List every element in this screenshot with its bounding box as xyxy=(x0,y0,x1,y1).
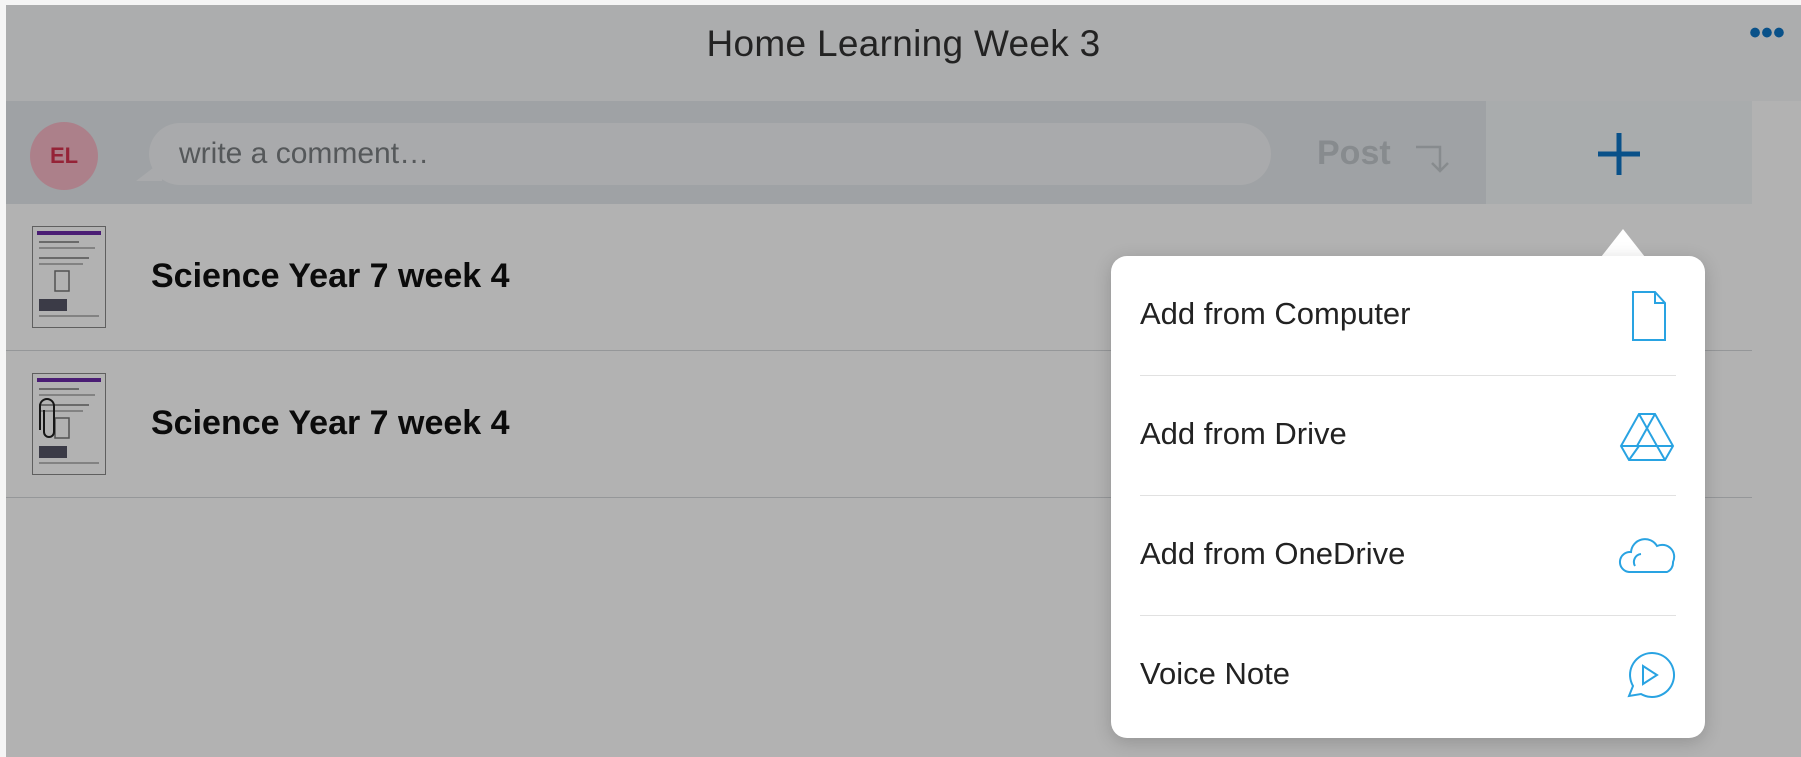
menu-item-voice-note[interactable]: Voice Note xyxy=(1140,616,1705,736)
voice-note-icon xyxy=(1627,651,1676,698)
menu-item-add-from-drive[interactable]: Add from Drive xyxy=(1140,376,1705,496)
menu-item-label: Add from Drive xyxy=(1140,416,1347,451)
google-drive-icon xyxy=(1619,413,1675,461)
add-attachment-menu: Add from Computer Add from Drive Add fro… xyxy=(1111,256,1705,738)
file-icon xyxy=(1632,291,1666,341)
menu-item-add-from-onedrive[interactable]: Add from OneDrive xyxy=(1140,496,1705,616)
menu-item-label: Voice Note xyxy=(1140,656,1290,691)
menu-item-label: Add from OneDrive xyxy=(1140,536,1406,571)
app-frame: Home Learning Week 3 ••• EL Post xyxy=(6,5,1801,757)
menu-item-add-from-computer[interactable]: Add from Computer xyxy=(1140,256,1705,376)
menu-item-label: Add from Computer xyxy=(1140,296,1411,331)
onedrive-cloud-icon xyxy=(1619,538,1676,573)
popover-arrow xyxy=(1601,229,1645,257)
